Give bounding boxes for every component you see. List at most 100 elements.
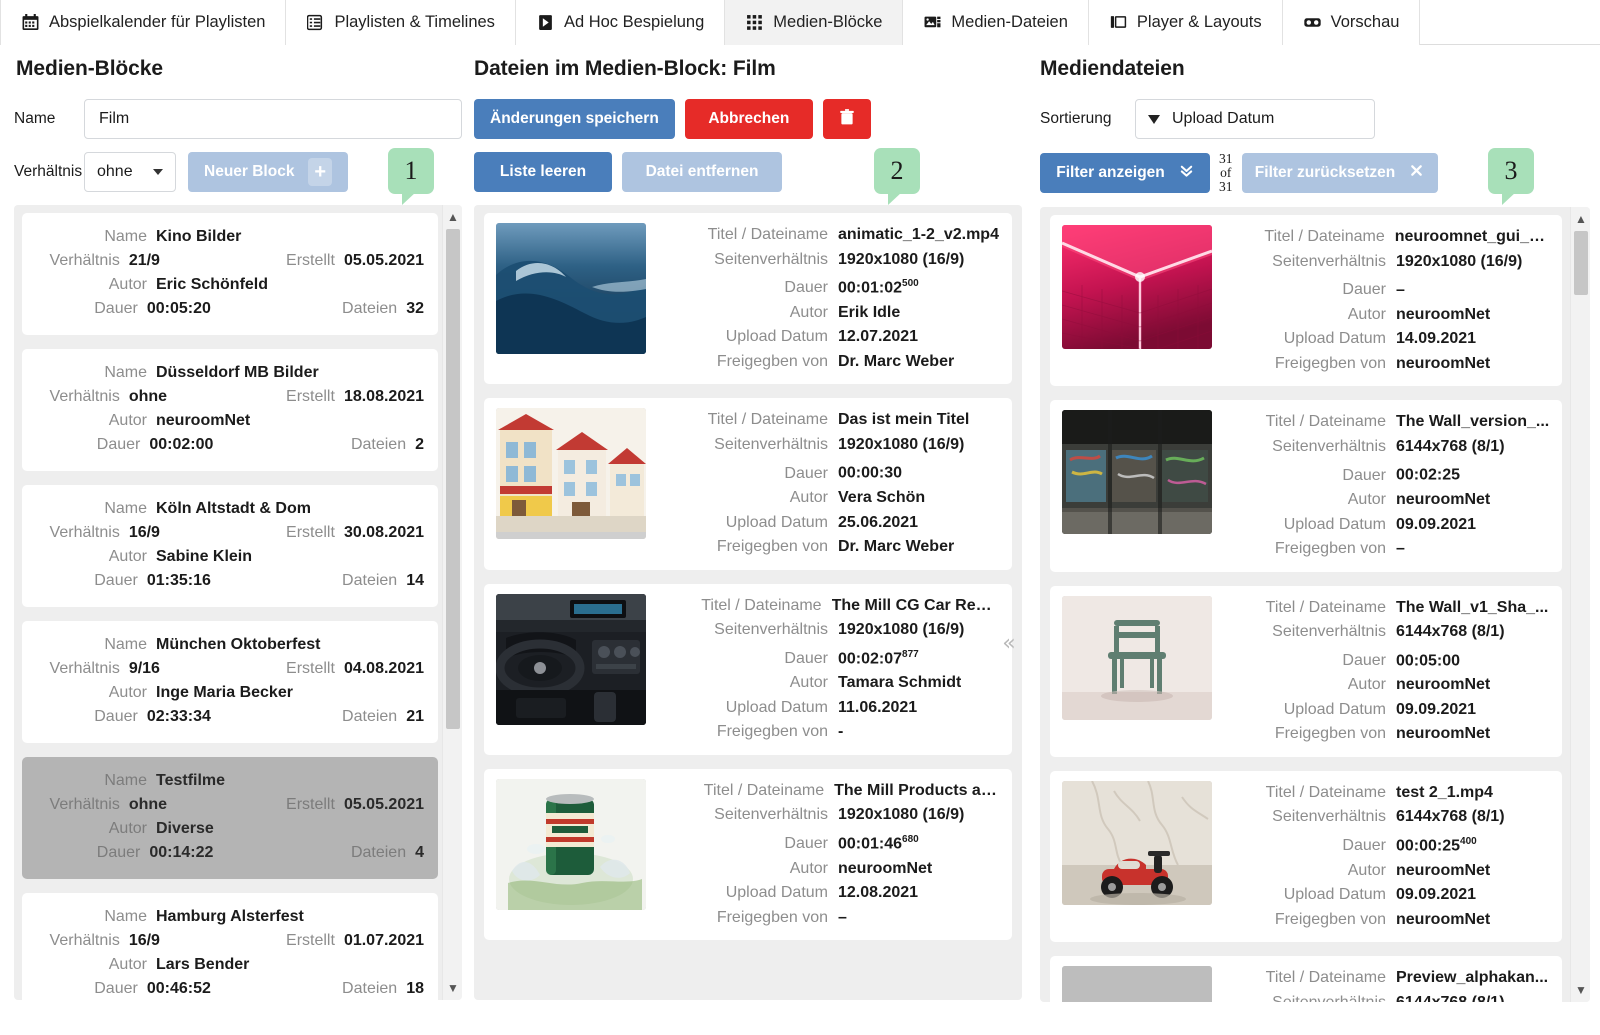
clear-list-button[interactable]: Liste leeren (474, 152, 612, 192)
media-meta: Titel / Dateiname neuroomnet_gui__... Sei… (1226, 225, 1550, 376)
thumbnail-ocean-wave (496, 223, 646, 354)
media-duration-ms: 400 (1460, 835, 1477, 847)
save-changes-button[interactable]: Änderungen speichern (474, 99, 675, 139)
thumbnail-red-scooter (1062, 780, 1212, 905)
tab-ad-hoc-bespielung[interactable]: Ad Hoc Bespielung (515, 0, 726, 45)
media-upload: 09.09.2021 (1396, 700, 1477, 718)
blocks-list-scrollbar[interactable]: ▲ ▼ (442, 205, 462, 1000)
tab-abspielkalender[interactable]: Abspielkalender für Playlisten (0, 0, 287, 45)
block-created: 04.08.2021 (343, 660, 425, 677)
tab-medien-dateien[interactable]: Medien-Dateien (903, 0, 1089, 45)
field-label-created: Erstellt (286, 388, 335, 405)
show-filter-button[interactable]: Filter anzeigen (1040, 153, 1210, 193)
media-card[interactable]: Titel / Dateiname The Wall_v1_Sha_... Sei… (1050, 585, 1562, 757)
field-label-aspect: Seitenverhältnis (714, 435, 828, 453)
tab-medien-bloecke[interactable]: Medien-Blöcke (725, 0, 904, 45)
field-label-approved: Freigegben von (1274, 540, 1386, 558)
scroll-up-icon[interactable]: ▲ (443, 207, 462, 227)
field-label-duration: Dauer (94, 980, 138, 997)
field-label-author: Autor (108, 820, 147, 837)
callout-badge-2: 2 (874, 148, 920, 205)
block-ratio: ohne (128, 796, 168, 813)
callout-number: 2 (890, 156, 904, 185)
media-aspect: 6144x768 (8/1) (1396, 808, 1505, 826)
field-label-created: Erstellt (286, 524, 335, 541)
media-card[interactable]: Titel / Dateiname test 2_1.mp4 Seitenverh… (1050, 770, 1562, 943)
field-label-duration: Dauer (1342, 837, 1386, 855)
file-card[interactable]: Titel / Dateiname The Mill Products an...… (484, 768, 1012, 941)
ratio-select[interactable]: ohne (84, 152, 176, 192)
file-duration: 00:02:07877 (838, 648, 919, 667)
field-label-author: Autor (789, 674, 828, 692)
delete-button[interactable] (822, 99, 871, 139)
media-aspect: 1920x1080 (16/9) (1396, 252, 1523, 270)
tab-player-layouts[interactable]: Player & Layouts (1088, 0, 1283, 45)
ratio-row: Verhältnis ohne Neuer Block + 1 (14, 148, 462, 205)
block-name: Hamburg Alsterfest (156, 908, 304, 925)
block-card[interactable]: Name Kino Bilder Verhältnis 21/9 Erstellt 05… (22, 213, 438, 335)
block-name-input[interactable] (84, 99, 462, 139)
scroll-down-icon[interactable]: ▼ (1571, 980, 1590, 1000)
field-label-author: Autor (789, 303, 828, 321)
block-created: 01.07.2021 (343, 932, 425, 949)
media-list-scrollbar[interactable]: ▲ ▼ (1570, 207, 1590, 1002)
file-card[interactable]: Titel / Dateiname animatic_1-2_v2.mp4 Sei… (484, 213, 1012, 385)
file-approved: - (838, 723, 844, 741)
media-card[interactable]: Titel / Dateiname The Wall_version_... Se… (1050, 400, 1562, 572)
block-created: 30.08.2021 (343, 524, 425, 541)
sort-select[interactable]: Upload Datum (1135, 99, 1375, 139)
field-label-approved: Freigegben von (1274, 354, 1386, 372)
block-card[interactable]: Name Hamburg Alsterfest Verhältnis 16/9 Ers… (22, 893, 438, 1000)
field-label-ratio: Verhältnis (49, 796, 120, 813)
double-chevron-down-icon (1179, 163, 1194, 183)
field-label-author: Autor (789, 489, 828, 507)
scroll-thumb[interactable] (446, 229, 460, 729)
field-label-duration: Dauer (784, 279, 828, 297)
panel-medien-bloecke: Medien-Blöcke Name Verhältnis ohne Neuer… (0, 45, 470, 1035)
media-duration: 00:05:00 (1396, 651, 1461, 669)
file-duration: 00:00:30 (838, 464, 903, 482)
field-label-author: Autor (108, 548, 147, 565)
double-chevron-left-icon[interactable]: « (996, 630, 1022, 656)
field-label-author: Autor (108, 276, 147, 293)
media-author: neuroomNet (1396, 305, 1491, 323)
files-panel-title: Dateien im Medien-Block: Film (474, 57, 776, 80)
files-list-inner: Titel / Dateiname animatic_1-2_v2.mp4 Sei… (474, 205, 1022, 962)
media-card[interactable]: Titel / Dateiname neuroomnet_gui__... Sei… (1050, 215, 1562, 387)
scroll-up-icon[interactable]: ▲ (1571, 209, 1590, 229)
remove-file-button[interactable]: Datei entfernen (622, 152, 782, 192)
field-label-ratio: Verhältnis (49, 388, 120, 405)
chevron-down-icon (153, 169, 163, 175)
new-block-button[interactable]: Neuer Block + (188, 152, 348, 192)
field-label-aspect: Seitenverhältnis (1272, 808, 1386, 826)
tab-playlisten-timelines[interactable]: Playlisten & Timelines (286, 0, 516, 45)
cancel-button[interactable]: Abbrechen (684, 99, 813, 139)
name-row: Name (14, 99, 462, 139)
reset-filter-button[interactable]: Filter zurücksetzen (1241, 153, 1438, 193)
file-upload: 25.06.2021 (838, 513, 919, 531)
name-label: Name (14, 110, 56, 127)
block-name: Kino Bilder (156, 228, 242, 245)
block-card[interactable]: Name Köln Altstadt & Dom Verhältnis 16/9 Er… (22, 485, 438, 607)
block-card-selected[interactable]: Name Testfilme Verhältnis ohne Erstellt 05.0… (22, 757, 438, 879)
file-card[interactable]: Titel / Dateiname The Mill CG Car Reel...… (484, 583, 1012, 755)
media-aspect: 6144x768 (8/1) (1396, 437, 1505, 455)
scroll-thumb[interactable] (1574, 231, 1588, 295)
media-card[interactable]: Titel / Dateiname Preview_alphakan... Sei… (1050, 956, 1562, 1002)
block-card[interactable]: Name Düsseldorf MB Bilder Verhältnis ohne E… (22, 349, 438, 471)
file-meta: Titel / Dateiname The Mill CG Car Reel...… (660, 594, 1000, 745)
file-meta: Titel / Dateiname The Mill Products an...… (660, 779, 1000, 930)
scroll-down-icon[interactable]: ▼ (443, 978, 462, 998)
page-title: Medien-Blöcke (16, 57, 163, 80)
field-label-upload: Upload Datum (1283, 515, 1386, 533)
callout-number: 3 (1504, 156, 1518, 185)
field-label-upload: Upload Datum (1283, 886, 1386, 904)
file-duration-ms: 877 (902, 648, 919, 660)
file-card[interactable]: Titel / Dateiname Das ist mein Titel Seit… (484, 398, 1012, 570)
block-author: Inge Maria Becker (156, 684, 293, 701)
tab-vorschau[interactable]: Vorschau (1282, 0, 1421, 45)
thumbnail-graffiti-wall (1062, 410, 1212, 535)
block-card[interactable]: Name München Oktoberfest Verhältnis 9/16 Er… (22, 621, 438, 743)
file-duration: 00:01:02500 (838, 278, 919, 297)
field-label-name: Name (104, 908, 147, 925)
